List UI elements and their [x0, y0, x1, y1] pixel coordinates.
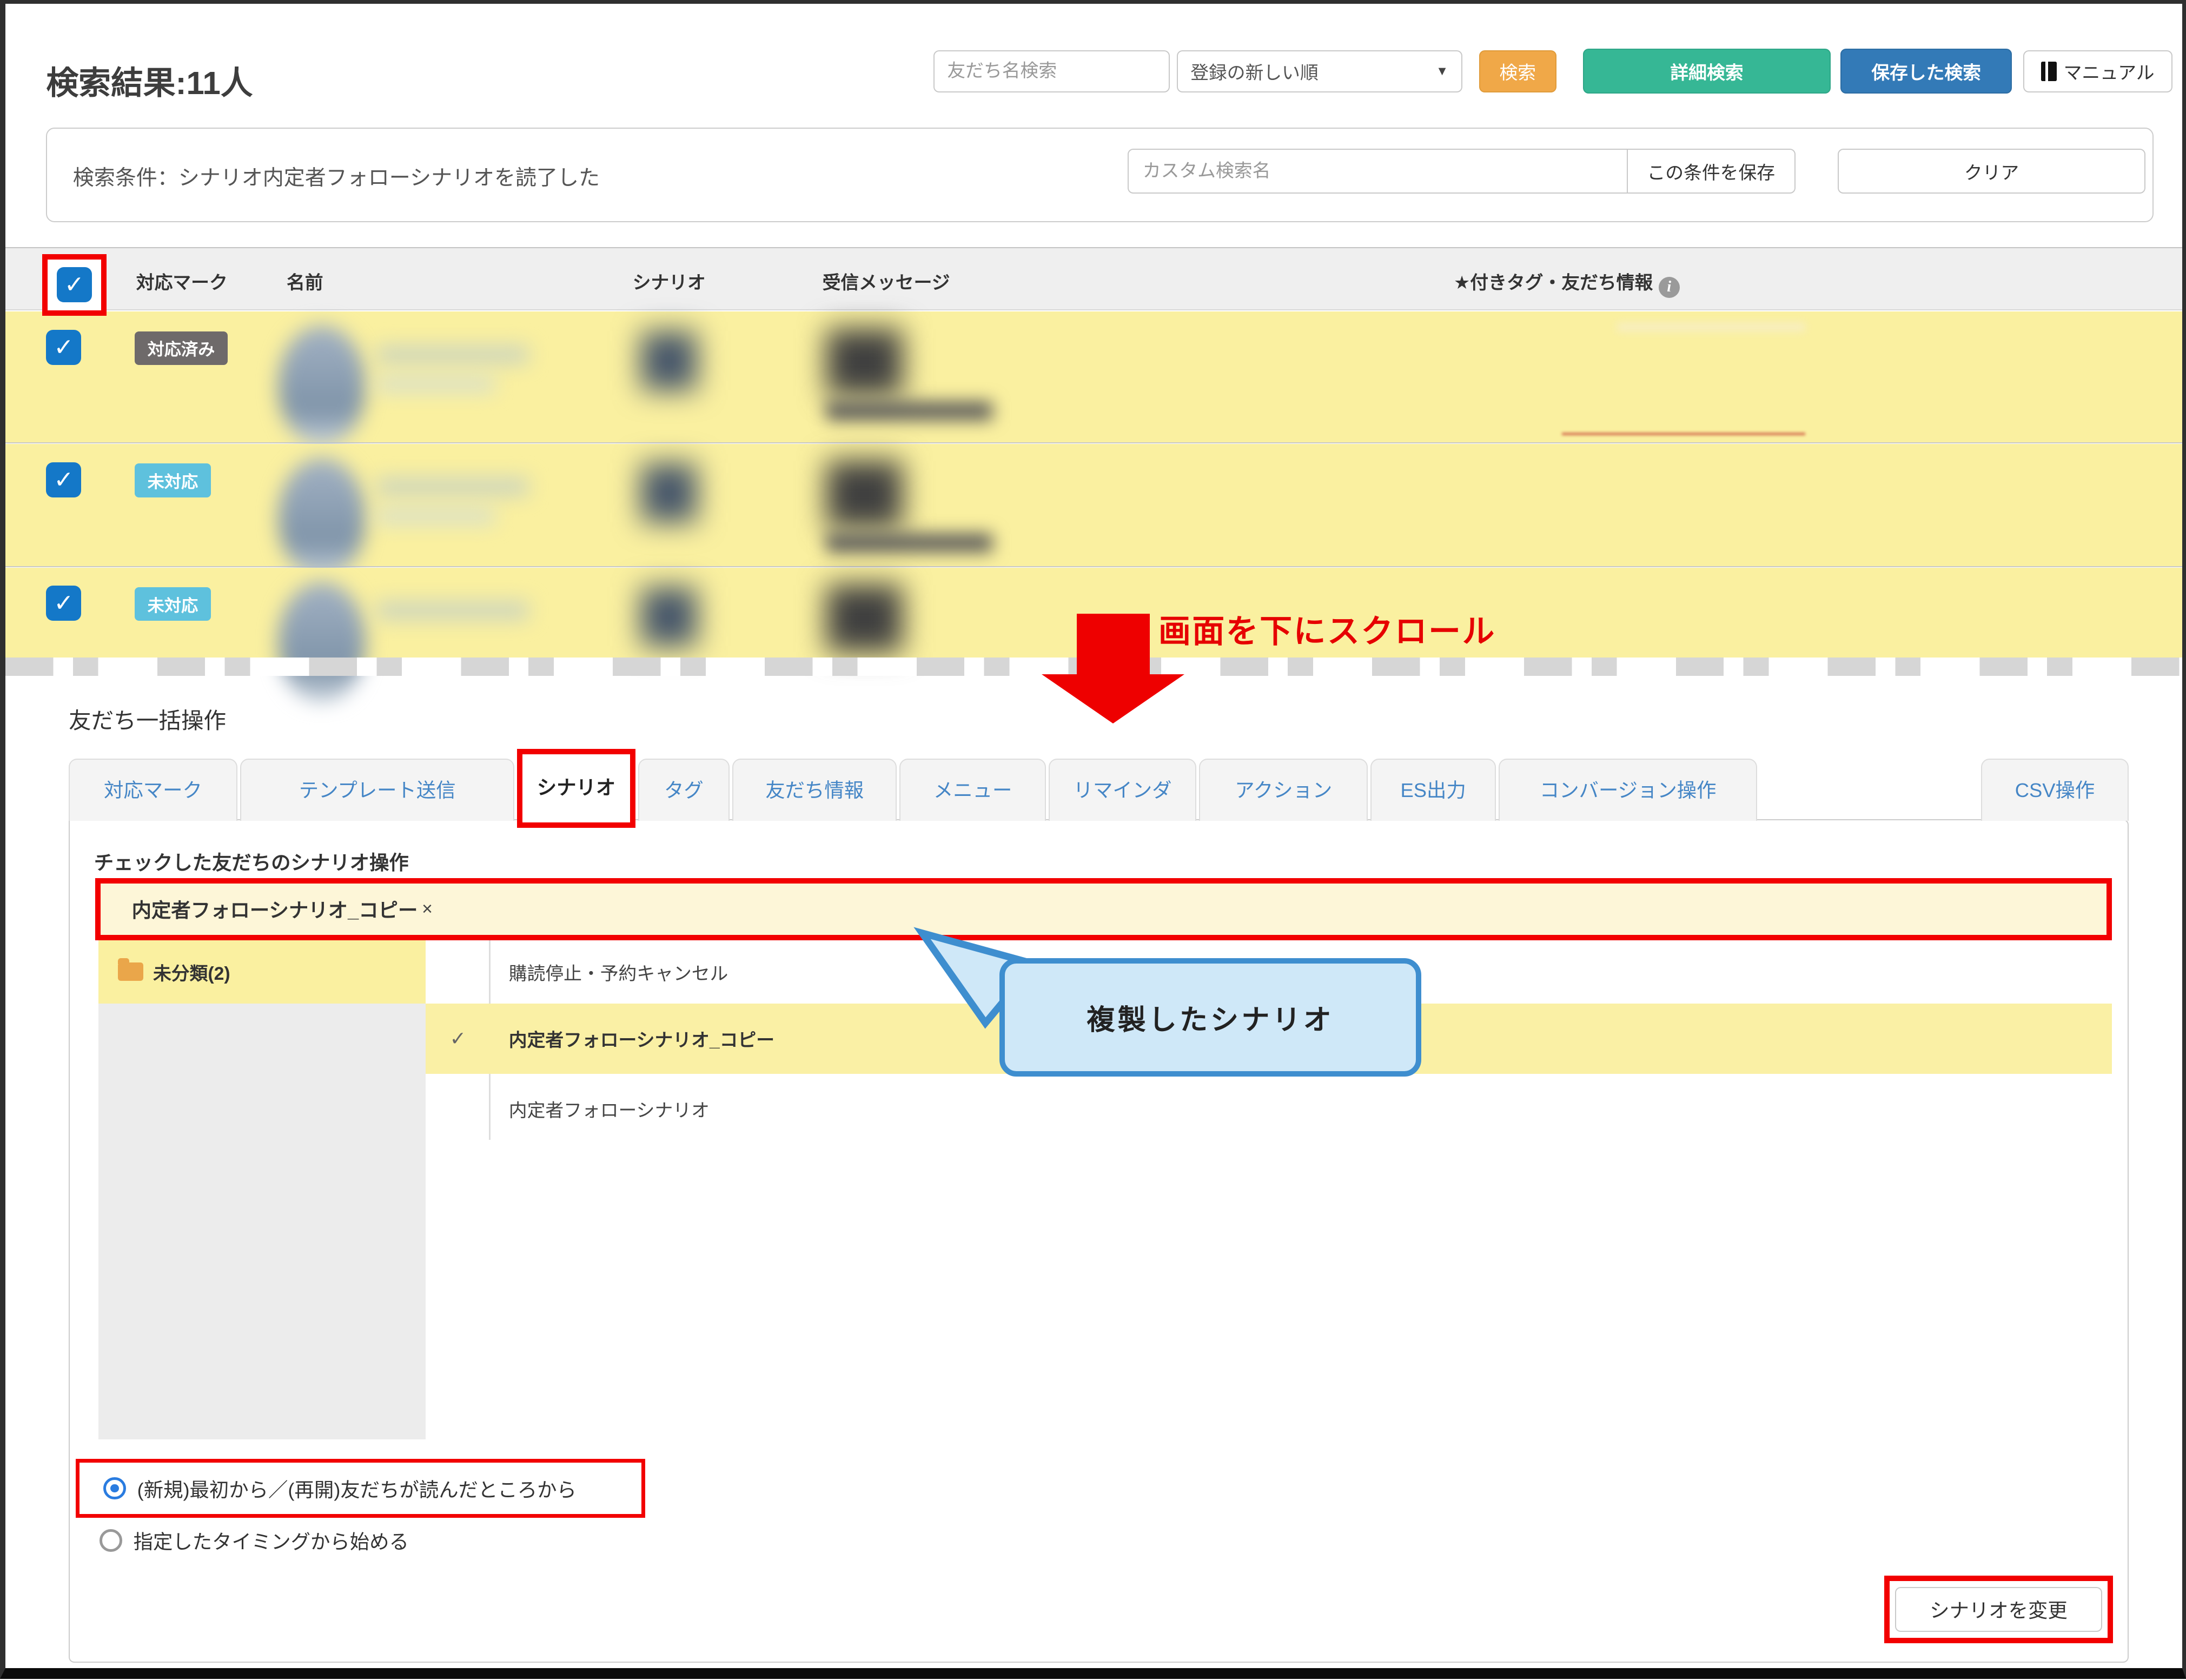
panel-heading: チェックした友だちのシナリオ操作 [94, 847, 409, 875]
tab-conversion[interactable]: コンバージョン操作 [1499, 759, 1757, 820]
blurred-name-line2 [376, 376, 494, 392]
column-header-name: 名前 [287, 268, 323, 294]
table-row[interactable]: ✓ 未対応 [5, 444, 2182, 567]
column-header-message: 受信メッセージ [823, 268, 950, 294]
blurred-message [826, 329, 902, 396]
book-icon [2041, 62, 2057, 81]
radio-from-start-label: (新規)最初から／(再開)友だちが読んだところから [137, 1475, 577, 1503]
tab-es-output[interactable]: ES出力 [1370, 759, 1495, 820]
folder-icon [118, 962, 143, 981]
scenario-option[interactable]: 内定者フォローシナリオ [426, 1074, 2111, 1144]
tab-csv[interactable]: CSV操作 [1981, 759, 2129, 820]
manual-button[interactable]: マニュアル [2023, 50, 2172, 92]
scenario-option-label: 内定者フォローシナリオ [509, 1095, 710, 1122]
callout-text: 複製したシナリオ [1087, 997, 1334, 1038]
tab-action[interactable]: アクション [1199, 759, 1368, 820]
radio-specified-timing-label: 指定したタイミングから始める [134, 1526, 409, 1555]
friend-name-search-input[interactable] [933, 50, 1170, 92]
tab-template[interactable]: テンプレート送信 [240, 759, 514, 820]
blurred-scenario [641, 463, 697, 522]
scroll-arrow-head [1042, 674, 1184, 723]
row-checkbox[interactable]: ✓ [46, 462, 81, 497]
scenario-option-label: 購読停止・予約キャンセル [509, 959, 728, 985]
radio-specified-timing[interactable] [100, 1529, 122, 1552]
table-row[interactable]: ✓ 対応済み [5, 311, 2182, 443]
clear-button[interactable]: クリア [1838, 149, 2145, 194]
folder-panel [98, 1004, 426, 1439]
search-condition-label: 検索条件：シナリオ内定者フォローシナリオを読了した [73, 161, 600, 191]
blurred-link-underline [1562, 433, 1805, 435]
sort-order-select[interactable]: 登録の新しい順 ▼ [1177, 50, 1462, 92]
blurred-message [826, 585, 902, 652]
blurred-avatar [278, 582, 365, 703]
custom-search-name-input[interactable] [1128, 149, 1628, 194]
table-header: 対応マーク 名前 シナリオ 受信メッセージ ★付きタグ・友だち情報i [5, 247, 2182, 310]
tab-tag[interactable]: タグ [638, 759, 730, 820]
sort-order-value: 登録の新しい順 [1190, 58, 1319, 84]
row-checkbox[interactable]: ✓ [46, 586, 81, 621]
row-checkbox[interactable]: ✓ [46, 330, 81, 365]
tab-mark[interactable]: 対応マーク [69, 759, 237, 820]
tab-friend-info[interactable]: 友だち情報 [732, 759, 897, 820]
change-scenario-button[interactable]: シナリオを変更 [1895, 1587, 2102, 1632]
manual-button-label: マニュアル [2064, 58, 2155, 84]
tab-menu[interactable]: メニュー [899, 759, 1045, 820]
select-all-checkbox[interactable]: ✓ [57, 267, 92, 302]
blurred-name [376, 346, 528, 364]
status-badge: 未対応 [135, 463, 210, 497]
callout-bubble: 複製したシナリオ [999, 958, 1421, 1076]
blurred-date [826, 534, 992, 552]
status-badge: 未対応 [135, 587, 210, 621]
blurred-name [376, 601, 528, 620]
tab-scenario[interactable]: シナリオ [517, 749, 635, 828]
bulk-operation-title: 友だち一括操作 [69, 702, 226, 735]
info-icon[interactable]: i [1659, 277, 1680, 298]
column-header-tags: ★付きタグ・友だち情報i [1454, 268, 1680, 298]
highlight-box-select-all: ✓ [42, 254, 107, 316]
check-icon: ✓ [450, 1027, 466, 1050]
saved-search-button[interactable]: 保存した検索 [1840, 49, 2012, 94]
page-title: 検索結果:11人 [46, 57, 253, 104]
search-button[interactable]: 検索 [1479, 50, 1556, 92]
blurred-scenario [641, 587, 697, 646]
radio-from-start[interactable] [103, 1477, 126, 1500]
blurred-message [826, 461, 902, 528]
blurred-name [376, 477, 528, 496]
blurred-date [826, 402, 992, 420]
highlight-box-submit: シナリオを変更 [1884, 1576, 2114, 1643]
blurred-name-line2 [376, 508, 494, 524]
bulk-tab-bar: 対応マーク テンプレート送信 シナリオ タグ 友だち情報 メニュー リマインダ … [69, 759, 2129, 820]
column-header-mark: 対応マーク [136, 268, 228, 294]
tab-reminder[interactable]: リマインダ [1049, 759, 1196, 820]
blurred-avatar [278, 326, 365, 447]
status-badge: 対応済み [135, 331, 228, 365]
detail-search-button[interactable]: 詳細検索 [1583, 49, 1831, 94]
blurred-tag-info [1617, 323, 1805, 331]
app-window: 検索結果:11人 登録の新しい順 ▼ 検索 詳細検索 保存した検索 マニュアル … [0, 0, 2186, 1679]
folder-item-unclassified[interactable]: 未分類(2) [98, 940, 426, 1004]
scenario-option-label: 内定者フォローシナリオ_コピー [509, 1025, 774, 1052]
highlight-box-selected-scenario: 内定者フォローシナリオ_コピー × [95, 878, 2111, 940]
folder-label: 未分類(2) [153, 959, 230, 985]
radio-row: 指定したタイミングから始める [100, 1526, 409, 1555]
scroll-arrow-icon [1077, 614, 1150, 675]
selected-scenario-chip[interactable]: 内定者フォローシナリオ_コピー [132, 895, 418, 923]
scroll-annotation: 画面を下にスクロール [1158, 606, 1496, 652]
chevron-down-icon: ▼ [1436, 64, 1448, 78]
highlight-box-radio: (新規)最初から／(再開)友だちが読んだところから [76, 1459, 645, 1518]
column-header-scenario: シナリオ [633, 268, 706, 294]
save-condition-button[interactable]: この条件を保存 [1627, 149, 1796, 194]
blurred-scenario [641, 331, 697, 390]
blurred-avatar [278, 458, 365, 579]
chip-remove-icon[interactable]: × [422, 899, 433, 920]
